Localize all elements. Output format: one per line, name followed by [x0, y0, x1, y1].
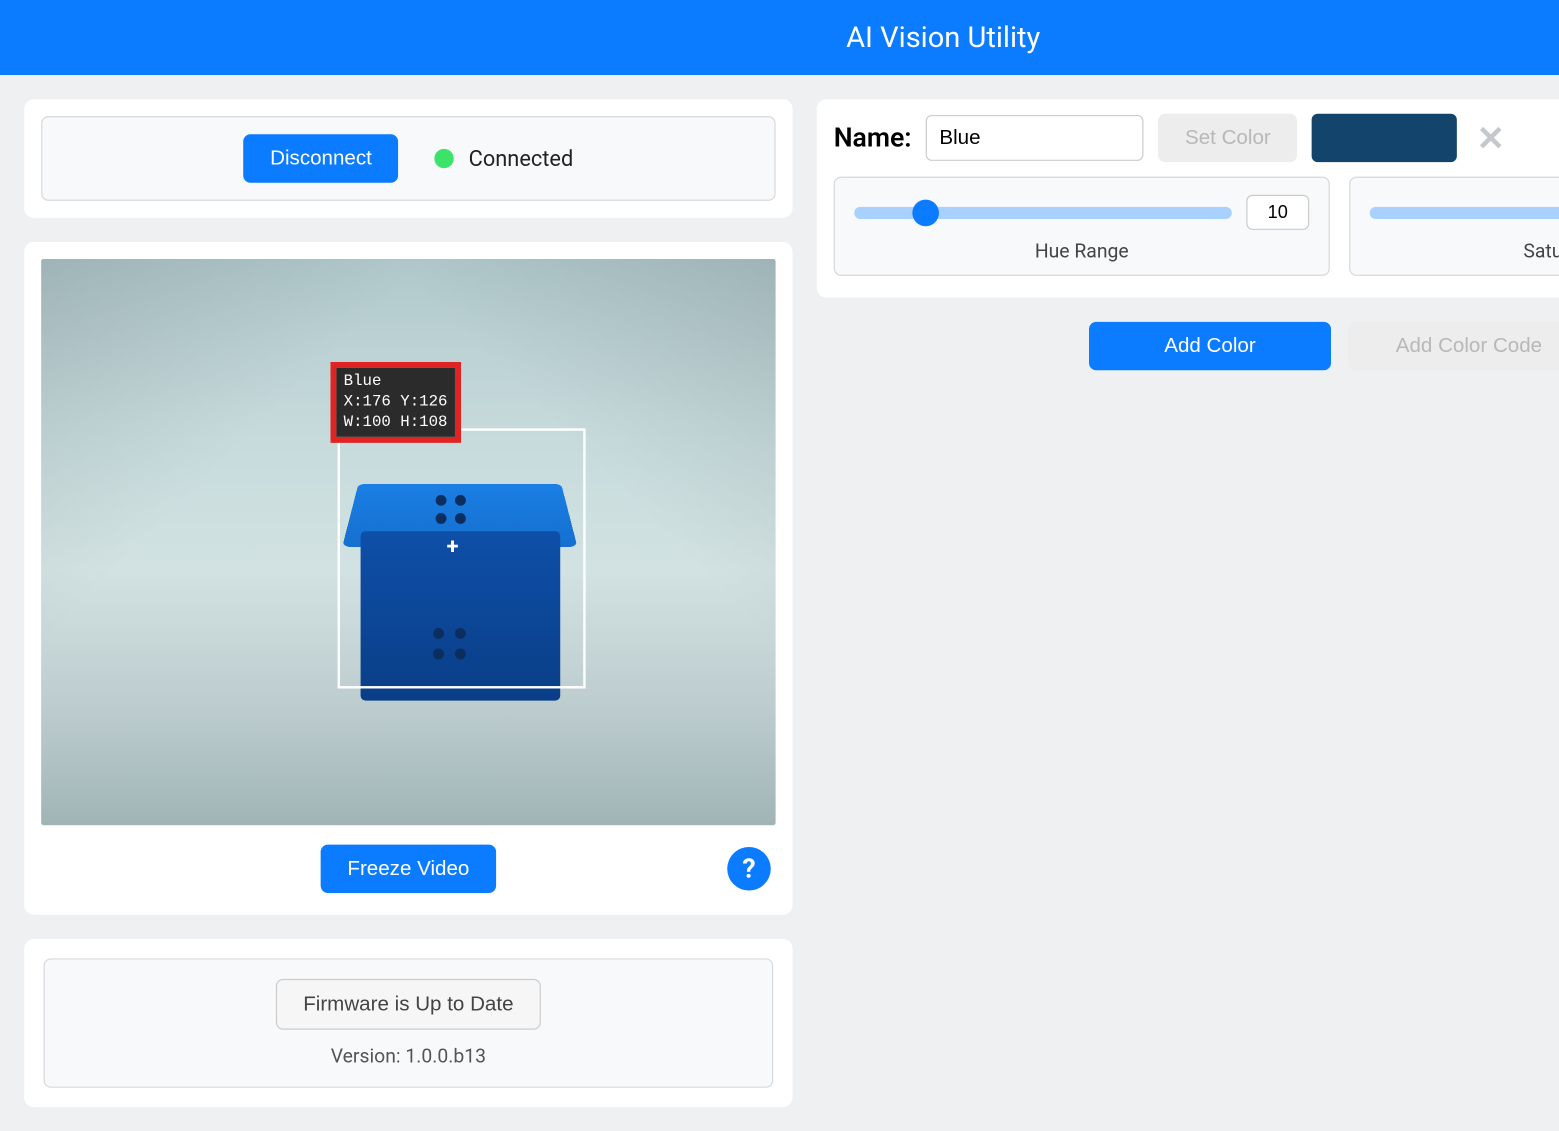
titlebar: AI Vision Utility — [0, 0, 1559, 75]
detection-label: Blue X:176 Y:126 W:100 H:108 — [336, 368, 454, 437]
color-swatch[interactable] — [1312, 114, 1457, 162]
connection-status-label: Connected — [469, 146, 574, 171]
status-dot-icon — [435, 149, 454, 168]
color-name-input[interactable] — [926, 115, 1144, 161]
help-icon[interactable]: ? — [727, 847, 771, 891]
saturation-range-box: Saturation Range — [1349, 177, 1559, 276]
hue-range-label: Hue Range — [1035, 240, 1129, 263]
remove-color-icon[interactable]: ✕ — [1472, 118, 1510, 158]
hue-range-box: Hue Range — [834, 177, 1330, 276]
detection-bounding-box — [338, 428, 586, 688]
disconnect-button[interactable]: Disconnect — [243, 134, 398, 182]
video-feed[interactable]: + Blue X:176 Y:126 W:100 H:108 — [41, 259, 775, 825]
connection-card: Disconnect Connected — [24, 99, 792, 218]
freeze-video-button[interactable]: Freeze Video — [321, 845, 496, 893]
connection-status: Connected — [435, 146, 573, 171]
hue-range-slider[interactable] — [854, 206, 1232, 218]
detection-label-highlight: Blue X:176 Y:126 W:100 H:108 — [330, 362, 460, 443]
set-color-button[interactable]: Set Color — [1158, 114, 1297, 162]
name-label: Name: — [834, 123, 912, 153]
firmware-status-button[interactable]: Firmware is Up to Date — [275, 979, 541, 1030]
firmware-card: Firmware is Up to Date Version: 1.0.0.b1… — [24, 939, 792, 1107]
crosshair-icon: + — [447, 534, 459, 559]
add-color-button[interactable]: Add Color — [1089, 322, 1331, 370]
color-config-card: Name: Set Color ✕ Hue Range — [817, 99, 1559, 297]
hue-range-value[interactable] — [1246, 195, 1309, 230]
saturation-range-slider[interactable] — [1370, 206, 1559, 218]
add-color-code-button[interactable]: Add Color Code — [1348, 322, 1559, 370]
saturation-range-label: Saturation Range — [1523, 240, 1559, 263]
app-title: AI Vision Utility — [846, 21, 1040, 55]
video-card: + Blue X:176 Y:126 W:100 H:108 Freeze Vi… — [24, 242, 792, 915]
firmware-version: Version: 1.0.0.b13 — [331, 1044, 486, 1067]
